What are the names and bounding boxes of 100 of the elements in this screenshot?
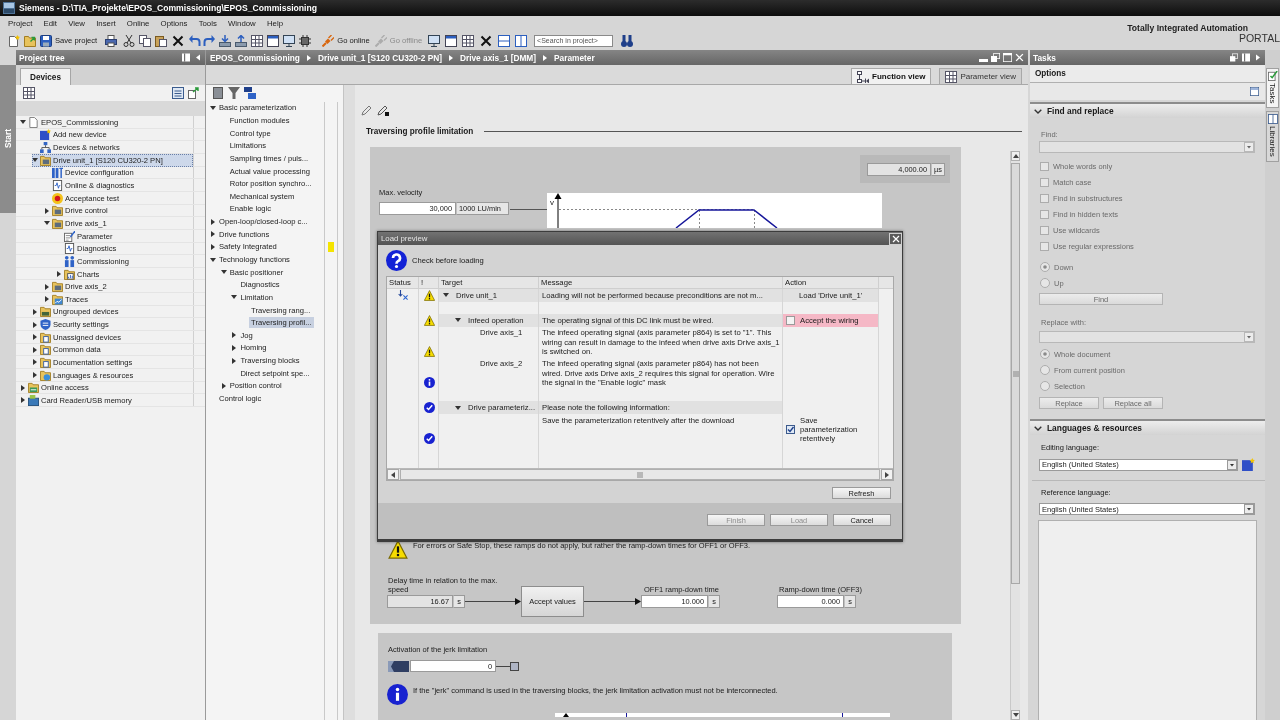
caret-right-icon[interactable] <box>33 346 37 353</box>
caret-left-icon[interactable] <box>196 54 200 61</box>
chevron-down-icon <box>1034 108 1042 114</box>
devices-tab[interactable]: Devices <box>20 68 71 85</box>
paste-icon[interactable] <box>155 34 168 47</box>
monitor-icon[interactable] <box>428 34 441 47</box>
bar-folder-icon <box>40 306 51 318</box>
breadcrumb-item[interactable]: Drive unit_1 [S120 CU320-2 PN] <box>317 52 442 63</box>
caret-down-icon <box>1012 713 1019 717</box>
arrow-document-icon[interactable] <box>188 87 200 99</box>
close-button[interactable] <box>889 232 902 245</box>
filter-icon[interactable] <box>228 87 240 100</box>
split-vertical-icon[interactable] <box>515 34 528 47</box>
breadcrumb-item[interactable]: Parameter <box>554 52 595 63</box>
connector-input-icon[interactable] <box>388 660 409 672</box>
minimize-icon[interactable] <box>979 58 988 62</box>
split-panel-icon[interactable] <box>1242 53 1250 62</box>
breadcrumb-item[interactable]: Drive axis_1 [DMM] <box>459 52 537 63</box>
maximize-icon[interactable] <box>1003 53 1012 62</box>
caret-down-icon[interactable] <box>1244 504 1254 514</box>
split-horizontal-icon[interactable] <box>498 34 511 47</box>
caret-right-icon[interactable] <box>232 332 237 339</box>
scroll-right-button[interactable] <box>881 469 893 480</box>
download-icon[interactable] <box>219 34 232 47</box>
split-panel-icon[interactable] <box>182 53 190 62</box>
undo-icon[interactable] <box>189 34 202 47</box>
new-page-icon[interactable] <box>8 34 20 47</box>
upload-icon[interactable] <box>235 34 248 47</box>
grid-icon[interactable] <box>251 34 264 47</box>
caret-right-icon[interactable] <box>232 357 237 364</box>
caret-right-icon[interactable] <box>232 345 237 351</box>
caret-down-icon[interactable] <box>231 295 238 300</box>
scroll-left-button[interactable] <box>387 469 399 480</box>
check-circle-icon <box>423 432 435 444</box>
caret-down-icon[interactable] <box>1227 459 1237 470</box>
stack-icon[interactable] <box>244 87 256 100</box>
caret-down-icon[interactable] <box>44 221 50 226</box>
caret-right-icon[interactable] <box>33 321 37 328</box>
scroll-down-button[interactable] <box>1011 710 1020 720</box>
caret-down-icon[interactable] <box>220 270 227 275</box>
axis-arrow <box>554 193 562 228</box>
caret-right-icon[interactable] <box>211 218 215 225</box>
document-folder-icon <box>40 357 51 368</box>
caret-right-icon[interactable] <box>21 384 25 391</box>
side-tab[interactable]: Tasks <box>1266 68 1279 109</box>
page-icon[interactable] <box>212 87 224 100</box>
caret-right-icon[interactable] <box>45 283 49 290</box>
redo-icon[interactable] <box>203 34 216 47</box>
checkbox[interactable] <box>786 315 795 325</box>
grid-icon[interactable] <box>462 34 475 47</box>
scroll-up-button[interactable] <box>1011 151 1020 161</box>
delete-icon[interactable] <box>480 34 493 47</box>
cut-icon[interactable] <box>123 34 136 47</box>
checkbox[interactable] <box>786 424 795 434</box>
caret-down-icon[interactable] <box>20 120 26 125</box>
print-icon[interactable] <box>105 34 118 47</box>
star-box-icon[interactable] <box>1242 458 1255 471</box>
monitor-icon[interactable] <box>283 34 296 47</box>
open-folder-icon[interactable] <box>24 34 36 47</box>
view-tab[interactable]: Parameter view <box>939 68 1022 84</box>
caret-right-icon[interactable] <box>33 359 37 366</box>
scrollbar-thumb[interactable] <box>1011 163 1020 584</box>
chip-icon[interactable] <box>299 34 312 47</box>
side-tab[interactable]: Libraries <box>1266 111 1279 163</box>
restore-icon[interactable] <box>991 53 1000 62</box>
axis-label: v <box>550 198 554 207</box>
pencil-icon[interactable] <box>361 104 373 116</box>
caret-right-icon[interactable] <box>33 372 37 379</box>
caret-down-icon[interactable] <box>455 405 461 410</box>
caret-right-icon[interactable] <box>45 296 49 303</box>
caret-right-icon[interactable] <box>1256 54 1260 61</box>
window-icon[interactable] <box>267 34 280 47</box>
grid-icon[interactable] <box>23 87 35 99</box>
windows-icon[interactable] <box>1230 53 1238 62</box>
caret-right-icon[interactable] <box>57 271 61 277</box>
view-tab[interactable]: Function view <box>851 68 932 84</box>
window-icon[interactable] <box>445 34 458 47</box>
caret-right-icon[interactable] <box>221 382 226 389</box>
breadcrumb-item[interactable]: EPOS_Commissioning <box>210 52 300 63</box>
binoculars-icon[interactable] <box>621 34 634 47</box>
caret-right-icon[interactable] <box>211 243 215 250</box>
close-icon[interactable] <box>1015 53 1024 62</box>
caret-down-icon[interactable] <box>32 158 38 163</box>
section-header[interactable]: Languages & resources <box>1030 419 1265 435</box>
caret-right-icon[interactable] <box>211 231 215 238</box>
caret-down-icon[interactable] <box>210 105 216 110</box>
caret-right-icon[interactable] <box>33 334 37 341</box>
caret-down-icon[interactable] <box>455 318 461 323</box>
columns-icon <box>52 167 63 179</box>
vertical-scrollbar[interactable] <box>1010 151 1020 720</box>
delete-icon[interactable] <box>172 34 185 47</box>
caret-right-icon[interactable] <box>45 207 49 214</box>
list-view-icon[interactable] <box>172 87 184 99</box>
caret-down-icon[interactable] <box>210 257 216 262</box>
caret-right-icon[interactable] <box>33 308 37 315</box>
caret-right-icon[interactable] <box>21 397 25 404</box>
layout-icon[interactable] <box>1250 87 1259 96</box>
connector-pin-icon[interactable] <box>496 661 519 671</box>
caret-down-icon[interactable] <box>443 293 449 298</box>
copy-icon[interactable] <box>139 34 152 47</box>
